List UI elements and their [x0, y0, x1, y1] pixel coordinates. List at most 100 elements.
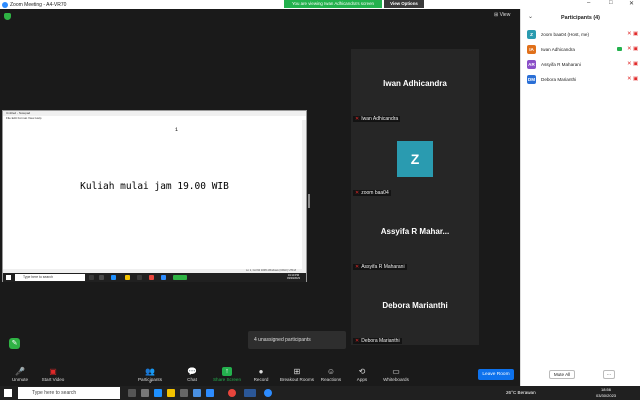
active-app-icon[interactable] — [244, 389, 256, 397]
notepad-cursor-line: 1 — [175, 127, 179, 133]
apps-icon: ⟲ — [358, 367, 366, 376]
windows-start-icon[interactable] — [4, 389, 12, 397]
meeting-area: ⊞ View Untitled - Notepad File Edit Form… — [0, 9, 520, 364]
muted-mic-icon: 🎤 — [15, 367, 25, 376]
share-status-banner: You are viewing Iwan Adhicandra's screen — [284, 0, 382, 8]
shared-taskbar: Type here to search 19:19 PM 03/30/2023 — [3, 273, 306, 282]
avatar: AR — [527, 60, 536, 69]
record-button[interactable]: ● Record — [241, 364, 281, 386]
task-view-icon[interactable] — [128, 389, 136, 397]
chat-label: Chat — [187, 377, 197, 382]
unmute-label: Unmute — [11, 377, 29, 382]
muted-mic-icon: ✕ — [627, 61, 632, 67]
avatar: DM — [527, 75, 536, 84]
reactions-label: Reactions — [320, 377, 342, 382]
app-icon[interactable] — [141, 389, 149, 397]
participant-row[interactable]: IA Iwan Adhicandra ✕ ▣ — [527, 45, 639, 57]
participants-button[interactable]: 👥4 Participants — [130, 364, 170, 386]
tile-display-name: Assyifa R Mahar... — [380, 227, 450, 236]
start-video-label: Start Video — [41, 377, 65, 382]
zoom-icon[interactable] — [264, 389, 272, 397]
more-options-button[interactable]: ... — [603, 370, 615, 379]
panel-title: Participants (4) — [561, 15, 600, 21]
participants-label: Participants — [137, 377, 162, 382]
leave-room-button[interactable]: Leave Room — [478, 369, 514, 380]
store-icon[interactable] — [180, 389, 188, 397]
shared-screen[interactable]: Untitled - Notepad File Edit Format View… — [2, 110, 307, 282]
video-tile[interactable]: Debora Marianthi ✕ Debora Marianthi — [351, 271, 479, 345]
notepad-text: Kuliah mulai jam 19.00 WIB — [80, 181, 229, 192]
tile-label-text: Debora Marianthi — [361, 338, 400, 344]
participant-name: Debora Marianthi — [541, 77, 577, 82]
view-button[interactable]: ⊞ View — [494, 12, 510, 18]
muted-mic-icon: ✕ — [355, 116, 360, 122]
share-screen-icon: ↑ — [222, 367, 232, 376]
tile-label: ✕ Assyifa R Maharani — [353, 264, 407, 270]
tile-label: ✕ Iwan Adhicandra — [353, 116, 401, 122]
participant-row[interactable]: Z zoom baa04 (Host, me) ✕ ▣ — [527, 30, 639, 42]
muted-mic-icon: ✕ — [355, 264, 360, 270]
shared-app-icon — [137, 275, 142, 280]
reactions-icon: ☺ — [326, 367, 336, 376]
video-off-icon: ▣ — [633, 46, 639, 52]
split-divider-handle[interactable] — [308, 194, 310, 208]
taskbar-clock[interactable]: 18:56 03/30/2023 — [596, 387, 616, 398]
participant-name: Assyifa R Maharani — [541, 62, 581, 67]
video-off-icon: ▣ — [633, 61, 639, 67]
chrome-icon[interactable] — [228, 389, 236, 397]
edge-icon[interactable] — [154, 389, 162, 397]
tile-label: ✕ zoom baa04 — [353, 190, 391, 196]
view-options-button[interactable]: View Options — [384, 0, 424, 8]
video-tile[interactable]: Assyifa R Mahar... ✕ Assyifa R Maharani — [351, 197, 479, 271]
minimize-icon[interactable]: – — [587, 0, 590, 6]
mute-all-button[interactable]: Mute All — [549, 370, 575, 379]
tile-label-text: Assyifa R Maharani — [361, 264, 405, 270]
video-off-icon: ▣ — [633, 76, 639, 82]
security-shield-icon[interactable] — [4, 13, 11, 20]
shared-clock: 19:19 PM 03/30/2023 — [287, 274, 300, 281]
notepad-menu: File Edit Format View Help — [6, 116, 42, 120]
shared-clock-date: 03/30/2023 — [287, 277, 300, 281]
clock-date: 03/30/2023 — [596, 392, 617, 398]
avatar: Z — [397, 141, 433, 177]
breakout-rooms-label: Breakout Rooms — [279, 377, 315, 382]
notepad-scrollbar — [302, 120, 306, 270]
muted-mic-icon: ✕ — [627, 31, 632, 37]
apps-label: Apps — [356, 377, 368, 382]
annotate-pen-icon[interactable]: ✎ — [9, 338, 20, 349]
muted-mic-icon: ✕ — [627, 46, 632, 52]
tile-label: ✕ Debora Marianthi — [353, 338, 402, 344]
close-icon[interactable]: ✕ — [629, 0, 634, 7]
window-titlebar: Zoom Meeting - A4-VR70 You are viewing I… — [0, 0, 640, 9]
app-icon[interactable] — [206, 389, 214, 397]
window-title: Zoom Meeting - A4-VR70 — [10, 1, 67, 8]
muted-mic-icon: ✕ — [627, 76, 632, 82]
whiteboards-button[interactable]: ▭ Whiteboards — [376, 364, 416, 386]
shared-chrome-icon — [149, 275, 154, 280]
breakout-rooms-icon: ⊞ — [293, 367, 301, 376]
participant-row[interactable]: DM Debora Marianthi ✕ ▣ — [527, 75, 639, 87]
avatar: Z — [527, 30, 536, 39]
unassigned-participants-notice[interactable]: 4 unassigned participants — [248, 331, 346, 349]
participant-row[interactable]: AR Assyifa R Maharani ✕ ▣ — [527, 60, 639, 72]
shared-app-icon — [89, 275, 94, 280]
meeting-toolbar: 🎤 Unmute ▣ Start Video 👥4 Participants 💬 Cha… — [0, 364, 520, 386]
maximize-icon[interactable]: □ — [609, 0, 613, 6]
shared-active-app-icon — [173, 275, 187, 280]
start-video-button[interactable]: ▣ Start Video — [33, 364, 73, 386]
participant-name: zoom baa04 (Host, me) — [541, 32, 589, 37]
chat-button[interactable]: 💬 Chat — [172, 364, 212, 386]
shared-zoom-icon — [161, 275, 166, 280]
folder-icon[interactable] — [167, 389, 175, 397]
weather-status[interactable]: 26°C Berawan — [506, 390, 536, 395]
taskbar-search-input[interactable]: Type here to search — [18, 387, 120, 399]
video-tile[interactable]: Z ✕ zoom baa04 — [351, 123, 479, 197]
tile-display-name: Debora Marianthi — [382, 301, 448, 310]
chat-icon: 💬 — [187, 367, 197, 376]
mail-icon[interactable] — [193, 389, 201, 397]
video-tile[interactable]: Iwan Adhicandra ✕ Iwan Adhicandra — [351, 49, 479, 123]
muted-mic-icon: ✕ — [355, 190, 360, 196]
shared-edge-icon — [111, 275, 116, 280]
shared-folder-icon — [125, 275, 130, 280]
share-screen-label: Share Screen — [212, 377, 242, 382]
